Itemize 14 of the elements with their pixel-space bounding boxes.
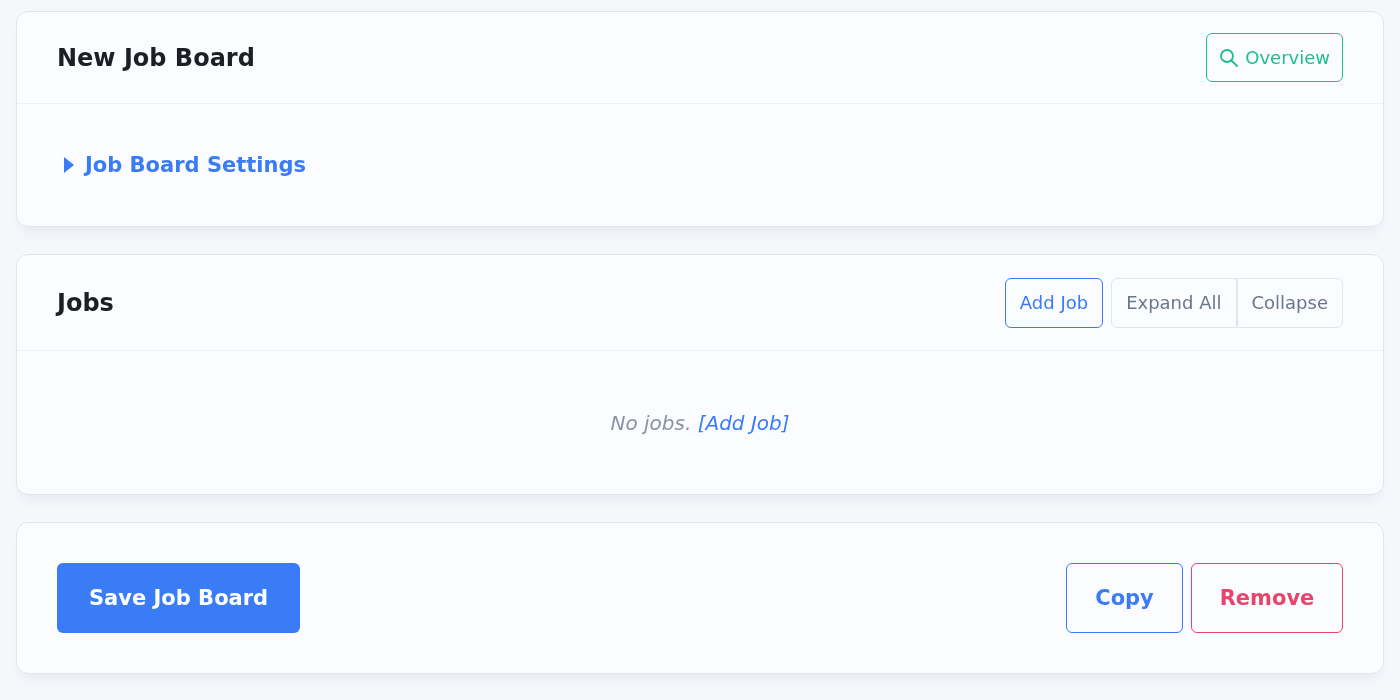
copy-button[interactable]: Copy [1066,563,1183,633]
toolbar-button[interactable]: Collapse [1236,277,1343,328]
empty-message: No jobs. [Add Job] [610,410,790,435]
overview-button[interactable]: Overview [1206,33,1343,82]
board-title: New Job Board [57,43,255,72]
remove-button[interactable]: Remove [1191,563,1343,633]
toolbar-button[interactable]: Add Job [1004,277,1104,328]
search-icon [1219,47,1240,68]
add-job-link[interactable]: [Add Job] [697,410,790,435]
caret-icon [63,156,75,174]
jobs-title: Jobs [57,288,114,317]
toolbar-button[interactable]: Expand All [1111,277,1237,328]
settings-toggle[interactable]: Job Board Settings [63,153,306,177]
save-button[interactable]: Save Job Board [57,563,301,633]
